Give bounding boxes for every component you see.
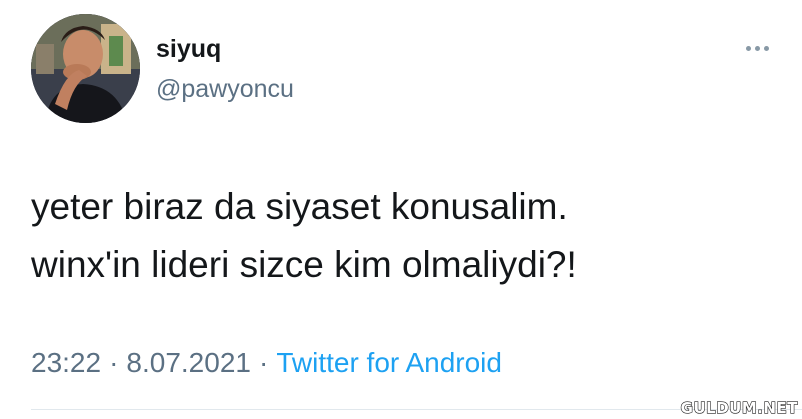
tweet-time[interactable]: 23:22 — [31, 347, 101, 378]
tweet-text-line: winx'in lideri sizce kim olmaliydi?! — [31, 244, 577, 285]
watermark-logo: GULDUM.NET — [680, 398, 798, 417]
author-handle[interactable]: @pawyoncu — [156, 74, 294, 104]
more-options-button[interactable] — [740, 36, 774, 60]
tweet-meta: 23:22 · 8.07.2021 · Twitter for Android — [31, 343, 502, 383]
avatar[interactable] — [31, 14, 140, 123]
avatar-photo — [31, 14, 140, 123]
tweet-source-link[interactable]: Twitter for Android — [276, 347, 502, 378]
meta-separator: · — [109, 347, 119, 378]
tweet-text-line: yeter biraz da siyaset konusalim. — [31, 186, 568, 227]
more-horizontal-icon — [740, 45, 774, 51]
tweet-text: yeter biraz da siyaset konusalim. winx'i… — [31, 178, 771, 294]
tweet-date[interactable]: 8.07.2021 — [126, 347, 251, 378]
author-display-name[interactable]: siyuq — [156, 34, 221, 64]
meta-separator: · — [258, 347, 269, 378]
